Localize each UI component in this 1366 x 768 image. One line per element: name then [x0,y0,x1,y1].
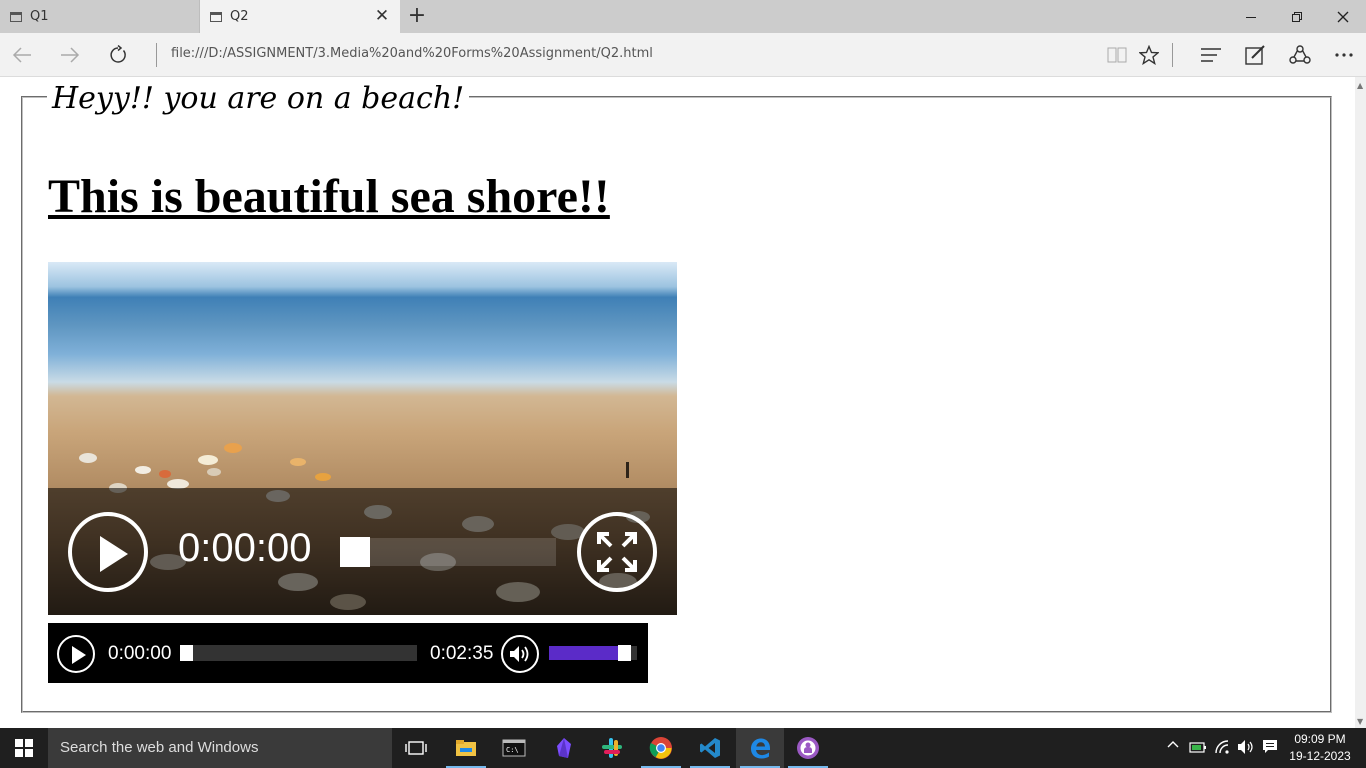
video-player[interactable]: 0:00:00 [48,262,677,615]
hub-icon[interactable] [1195,39,1227,71]
browser-toolbar: file:///D:/ASSIGNMENT/3.Media%20and%20Fo… [0,33,1366,77]
web-page: Heyy!! you are on a beach! This is beaut… [0,77,1355,728]
windows-logo-icon [15,739,33,757]
tab-q1[interactable]: Q1 [0,0,200,33]
system-clock[interactable]: 09:09 PM 19-12-2023 [1284,731,1356,765]
svg-text:C:\: C:\ [506,746,519,754]
wifi-icon[interactable] [1214,739,1232,759]
forward-arrow-icon[interactable] [54,39,86,71]
toolbar-separator [1172,43,1173,67]
more-options-icon[interactable] [1328,39,1360,71]
slack-icon[interactable] [588,728,636,768]
tab-strip: Q1 Q2 ✕ + [0,0,1366,33]
taskbar-search[interactable]: Search the web and Windows [48,728,392,768]
close-window-icon[interactable] [1320,0,1366,33]
tab-page-icon [10,11,22,22]
fullscreen-button[interactable] [577,512,657,592]
reading-view-icon[interactable] [1101,39,1133,71]
tab-label: Q1 [30,9,49,24]
tab-q2[interactable]: Q2 ✕ [200,0,400,33]
volume-thumb[interactable] [617,645,631,661]
address-separator [156,43,157,67]
audio-player[interactable]: 0:00:00 0:02:35 [48,623,648,683]
minimize-icon[interactable] [1228,0,1274,33]
edge-icon[interactable] [736,728,784,768]
restore-icon[interactable] [1274,0,1320,33]
web-note-icon[interactable] [1239,39,1271,71]
refresh-icon[interactable] [102,39,134,71]
audio-play-button[interactable] [57,635,95,673]
github-desktop-icon[interactable] [784,728,832,768]
video-play-button[interactable] [68,512,148,592]
fieldset-legend: Heyy!! you are on a beach! [47,81,470,116]
clock-date: 19-12-2023 [1289,749,1351,763]
clock-time: 09:09 PM [1294,732,1346,746]
mute-button[interactable] [501,635,539,673]
vscode-icon[interactable] [686,728,734,768]
volume-level [549,646,624,660]
video-seek-bar[interactable] [340,538,556,566]
audio-current-time: 0:00:00 [108,643,172,664]
scroll-down-icon[interactable]: ▼ [1357,717,1363,726]
vertical-scrollbar[interactable]: ▲ ▼ [1355,77,1366,728]
fullscreen-icon [597,532,637,572]
task-view-icon[interactable] [392,728,440,768]
terminal-icon[interactable]: C:\ [490,728,538,768]
obsidian-icon[interactable] [540,728,588,768]
audio-seek-bar[interactable] [180,645,417,661]
address-bar[interactable]: file:///D:/ASSIGNMENT/3.Media%20and%20Fo… [171,46,653,61]
chrome-icon[interactable] [637,728,685,768]
video-controls: 0:00:00 [48,488,677,615]
share-icon[interactable] [1284,39,1316,71]
start-button[interactable] [0,728,48,768]
tab-page-icon [210,11,222,22]
scroll-up-icon[interactable]: ▲ [1357,81,1363,90]
new-tab-icon[interactable]: + [405,4,429,28]
file-explorer-icon[interactable] [442,728,490,768]
speaker-icon [510,646,529,662]
page-heading: This is beautiful sea shore!! [48,170,610,223]
back-arrow-icon[interactable] [6,39,38,71]
favorite-star-icon[interactable] [1133,39,1165,71]
windows-taskbar: Search the web and Windows C:\ 09:09 PM … [0,728,1366,768]
action-center-icon[interactable] [1262,739,1278,759]
tab-label: Q2 [230,9,249,24]
show-hidden-icons-icon[interactable] [1166,737,1180,755]
battery-icon[interactable] [1189,740,1207,760]
close-tab-icon[interactable]: ✕ [372,6,392,26]
volume-tray-icon[interactable] [1237,739,1255,759]
audio-seek-thumb[interactable] [180,645,193,661]
audio-duration: 0:02:35 [430,643,494,664]
video-seek-thumb[interactable] [340,537,370,567]
video-current-time: 0:00:00 [178,526,312,570]
